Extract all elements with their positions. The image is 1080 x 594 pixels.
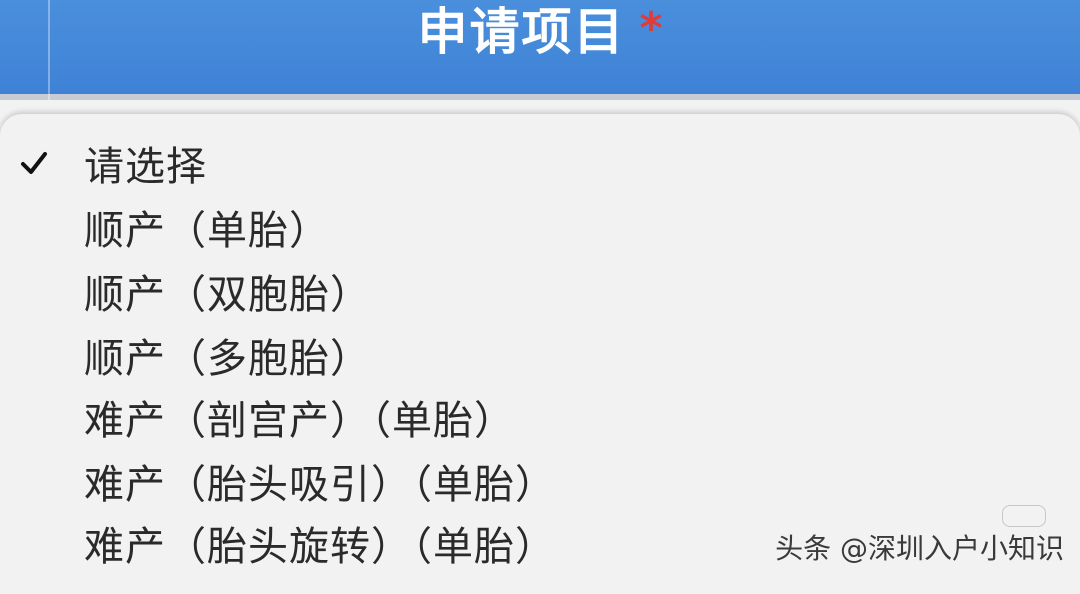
select-dropdown-list: 请选择 顺产（单胎） 顺产（双胞胎） 顺产（多胞胎） 难产（剖宫产）（单胎） 难… xyxy=(0,114,1080,594)
checkmark-icon xyxy=(19,148,49,178)
dropdown-option-natural-single[interactable]: 顺产（单胎） xyxy=(0,196,1080,258)
check-slot xyxy=(0,196,84,258)
check-slot xyxy=(0,324,84,386)
dropdown-option-natural-multiple[interactable]: 顺产（多胞胎） xyxy=(0,324,1080,386)
form-field-header: 申请项目 * xyxy=(0,0,1080,100)
option-label: 难产（剖宫产）（单胎） xyxy=(84,388,515,446)
field-title: 申请项目 xyxy=(417,7,625,57)
option-label: 顺产（双胞胎） xyxy=(84,262,371,320)
dropdown-option-vacuum-single[interactable]: 难产（胎头吸引）（单胎） xyxy=(0,450,1080,512)
option-label: 顺产（单胎） xyxy=(84,198,330,256)
dropdown-option-please-select[interactable]: 请选择 xyxy=(0,132,1080,194)
option-label: 顺产（多胞胎） xyxy=(84,326,371,384)
check-slot xyxy=(0,450,84,512)
check-slot xyxy=(0,260,84,322)
option-label: 请选择 xyxy=(84,134,207,192)
option-label: 难产（胎头旋转）（单胎） xyxy=(84,514,556,572)
required-star: * xyxy=(639,7,662,51)
header-title-wrap: 申请项目 * xyxy=(0,0,1080,64)
check-slot xyxy=(0,512,84,574)
option-label: 难产（胎头吸引）（单胎） xyxy=(84,452,556,510)
corner-badge-icon xyxy=(1002,505,1046,527)
check-slot xyxy=(0,386,84,448)
watermark-text: 头条 @深圳入户小知识 xyxy=(775,527,1064,567)
dropdown-option-cesarean-single[interactable]: 难产（剖宫产）（单胎） xyxy=(0,386,1080,448)
dropdown-option-natural-twins[interactable]: 顺产（双胞胎） xyxy=(0,260,1080,322)
check-slot xyxy=(0,132,84,194)
watermark: 头条 @深圳入户小知识 xyxy=(775,527,1064,567)
